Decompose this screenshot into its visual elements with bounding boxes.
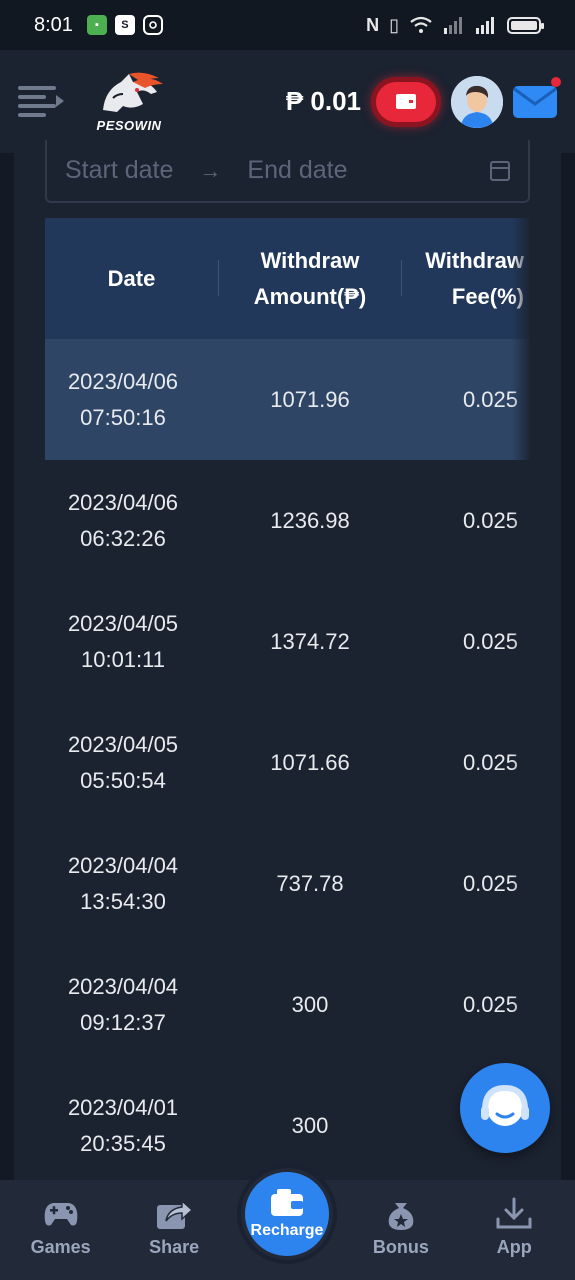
date-range-separator: → xyxy=(199,157,222,183)
download-icon xyxy=(496,1197,532,1229)
row-amount: 737.78 xyxy=(276,870,344,896)
recharge-label: Recharge xyxy=(250,1222,324,1239)
row-amount: 1236.98 xyxy=(270,507,350,533)
row-time: 05:50:54 xyxy=(80,767,166,793)
notification-icons: ▪ S xyxy=(86,15,163,35)
wifi-icon xyxy=(410,16,432,33)
end-date-input[interactable]: End date xyxy=(247,156,347,185)
table-header: Date Withdraw Amount(₱) Withdraw Fee(%) xyxy=(45,218,530,339)
column-header-date: Date xyxy=(107,265,156,291)
withdraw-history-table: Date Withdraw Amount(₱) Withdraw Fee(%) … xyxy=(45,218,530,1186)
row-amount: 1374.72 xyxy=(270,628,350,654)
start-date-input[interactable]: Start date xyxy=(65,156,173,185)
wallet-recharge-icon xyxy=(271,1189,303,1216)
signal-icon-2 xyxy=(476,17,494,34)
app-notification-icon: ▪ xyxy=(86,15,107,35)
mail-icon[interactable] xyxy=(513,85,557,118)
recharge-button[interactable]: Recharge xyxy=(241,1168,333,1260)
row-amount: 300 xyxy=(291,1112,329,1138)
table-row: 2023/04/05 10:01:11 1374.72 0.025 xyxy=(45,581,530,702)
table-row: 2023/04/06 06:32:26 1236.98 0.025 xyxy=(45,460,530,581)
shopping-bag-icon: S xyxy=(114,15,135,35)
customer-support-button[interactable] xyxy=(460,1063,550,1153)
balance-amount: ₱ 0.01 xyxy=(285,86,361,116)
status-bar: 8:01 ▪ S N ▯ xyxy=(0,0,575,50)
vibrate-icon: ▯ xyxy=(389,14,399,35)
headset-icon xyxy=(481,1084,529,1126)
logo[interactable]: PESOWIN xyxy=(84,70,174,133)
app-header: PESOWIN ₱ 0.01 xyxy=(0,50,575,153)
table-body: 2023/04/06 07:50:16 1071.96 0.025 2023/04/06… xyxy=(45,339,530,1186)
wallet-icon xyxy=(396,94,416,109)
row-date: 2023/04/04 xyxy=(67,853,179,879)
menu-icon[interactable] xyxy=(18,82,64,122)
nav-app[interactable]: App xyxy=(464,1180,564,1280)
row-datetime: 2023/04/06 06:32:26 xyxy=(45,485,201,555)
row-time: 13:54:30 xyxy=(80,888,166,914)
user-avatar-icon xyxy=(451,75,503,128)
battery-icon xyxy=(507,16,544,34)
logo-text: PESOWIN xyxy=(96,118,162,133)
nav-app-label: App xyxy=(496,1237,532,1257)
money-bag-icon xyxy=(388,1203,414,1230)
row-date: 2023/04/06 xyxy=(67,490,179,516)
row-date: 2023/04/01 xyxy=(67,1095,179,1121)
nav-share-label: Share xyxy=(149,1237,200,1257)
avatar[interactable] xyxy=(451,75,503,128)
nfc-icon: N xyxy=(366,14,380,35)
calendar-icon[interactable] xyxy=(490,160,510,181)
nav-games[interactable]: Games xyxy=(11,1180,111,1280)
row-datetime: 2023/04/05 05:50:54 xyxy=(45,727,201,797)
row-date: 2023/04/05 xyxy=(67,611,179,637)
nav-games-label: Games xyxy=(30,1237,91,1257)
status-time: 8:01 xyxy=(34,13,73,36)
table-row: 2023/04/04 13:54:30 737.78 0.025 xyxy=(45,823,530,944)
nav-bonus-label: Bonus xyxy=(372,1237,429,1257)
system-icons: N ▯ xyxy=(366,14,544,36)
row-time: 20:35:45 xyxy=(80,1130,166,1156)
notification-dot xyxy=(551,77,561,87)
date-range-picker[interactable]: Start date → End date xyxy=(45,140,530,203)
instagram-icon xyxy=(142,15,163,35)
row-datetime: 2023/04/04 09:12:37 xyxy=(45,969,201,1039)
amount-header-line1: Withdraw xyxy=(260,248,360,274)
row-time: 07:50:16 xyxy=(80,404,166,430)
gamepad-icon xyxy=(44,1203,78,1226)
row-amount: 1071.66 xyxy=(270,749,350,775)
signal-icon xyxy=(444,17,462,34)
row-datetime: 2023/04/04 13:54:30 xyxy=(45,848,201,918)
column-header-amount: Withdraw Amount(₱) xyxy=(218,218,402,339)
row-time: 06:32:26 xyxy=(80,525,166,551)
row-datetime: 2023/04/06 07:50:16 xyxy=(45,364,201,434)
row-date: 2023/04/06 xyxy=(67,369,179,395)
table-row: 2023/04/06 07:50:16 1071.96 0.025 xyxy=(45,339,530,460)
share-icon xyxy=(157,1199,194,1229)
nav-share[interactable]: Share xyxy=(124,1180,224,1280)
row-datetime: 2023/04/01 20:35:45 xyxy=(45,1090,201,1160)
row-datetime: 2023/04/05 10:01:11 xyxy=(45,606,201,676)
fee-header-line2: Fee(%) xyxy=(451,283,524,309)
row-amount: 300 xyxy=(291,991,329,1017)
fee-header-line1: Withdraw xyxy=(425,248,524,274)
amount-header-line2: Amount(₱) xyxy=(253,283,367,309)
row-time: 09:12:37 xyxy=(80,1009,166,1035)
wallet-button[interactable] xyxy=(371,76,441,127)
horse-logo-icon xyxy=(103,72,163,112)
table-row: 2023/04/04 09:12:37 300 0.025 xyxy=(45,944,530,1065)
row-date: 2023/04/04 xyxy=(67,974,179,1000)
row-time: 10:01:11 xyxy=(80,646,165,672)
scroll-fade xyxy=(512,218,530,1178)
column-header-fee: Withdraw Fee(%) xyxy=(402,218,530,339)
table-row: 2023/04/05 05:50:54 1071.66 0.025 xyxy=(45,702,530,823)
row-amount: 1071.96 xyxy=(270,386,350,412)
nav-bonus[interactable]: Bonus xyxy=(351,1180,451,1280)
row-date: 2023/04/05 xyxy=(67,732,179,758)
